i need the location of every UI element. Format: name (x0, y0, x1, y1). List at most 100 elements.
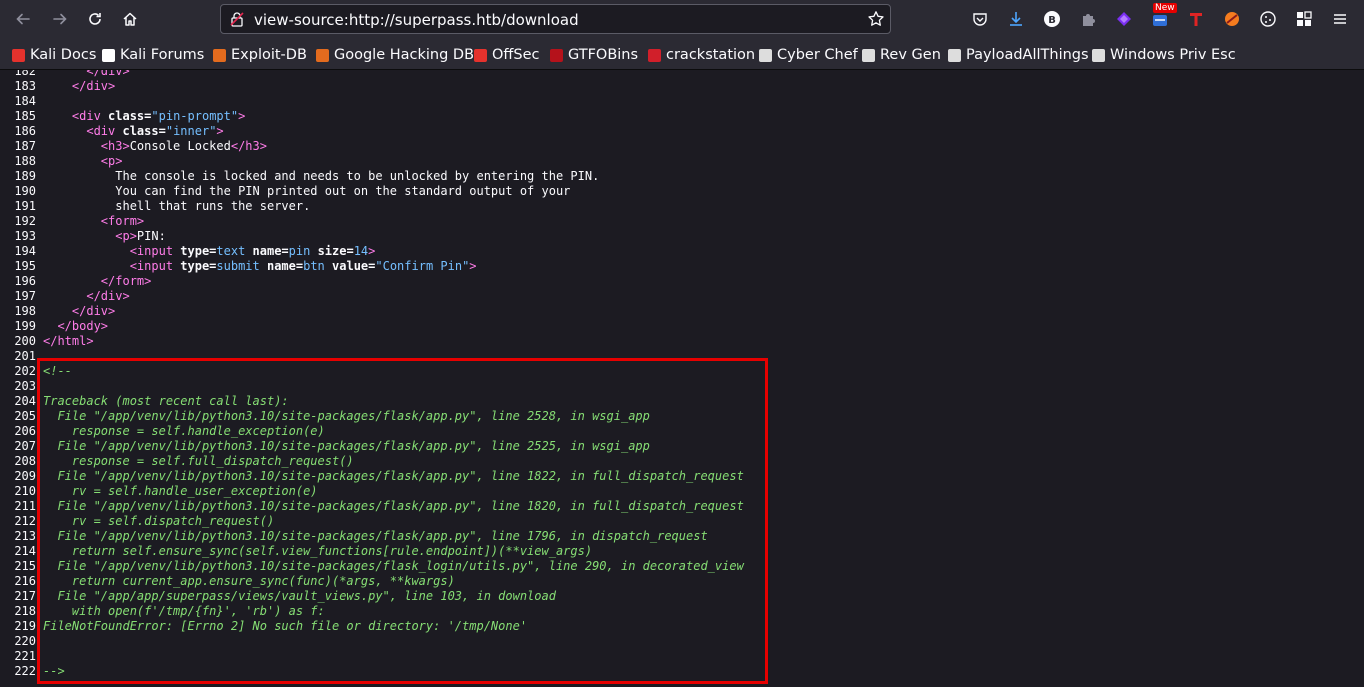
code-token: File "/app/venv/lib/python3.10/site-pack… (43, 529, 708, 543)
line-code: File "/app/app/superpass/views/vault_vie… (43, 589, 556, 603)
source-line: 219 FileNotFoundError: [Errno 2] No such … (0, 619, 1364, 634)
download-icon[interactable] (1006, 9, 1026, 29)
source-line: 194 <input type=text name=pin size=14> (0, 244, 1364, 259)
line-number: 198 (14, 304, 36, 318)
code-token: rv = self.dispatch_request() (43, 514, 275, 528)
code-token: Traceback (most recent call last): (43, 394, 289, 408)
line-code: </div> (43, 304, 115, 318)
skull-icon (862, 48, 875, 62)
bookmark-rev-gen[interactable]: Rev Gen (862, 46, 941, 64)
bookmark-crackstation[interactable]: crackstation (648, 46, 755, 64)
cookie-extension-icon[interactable] (1258, 9, 1278, 29)
bookmark-label: Kali Docs (30, 47, 97, 63)
code-token: </h3> (230, 139, 267, 153)
purple-extension-icon[interactable] (1114, 9, 1134, 29)
back-button[interactable] (10, 6, 36, 32)
source-line: 214 return self.ensure_sync(self.view_fu… (0, 544, 1364, 559)
bookmark-windows-priv-esc[interactable]: Windows Priv Esc (1092, 46, 1236, 64)
source-line: 199 </body> (0, 319, 1364, 334)
svg-text:B: B (1048, 15, 1056, 26)
bookmark-exploit-db[interactable]: Exploit-DB (213, 46, 307, 64)
line-code: </div> (43, 79, 115, 93)
source-line: 212 rv = self.dispatch_request() (0, 514, 1364, 529)
bookmark-label: Google Hacking DB (334, 47, 475, 63)
bookmark-google-hacking-db[interactable]: Google Hacking DB (316, 46, 474, 64)
source-line: 191 shell that runs the server. (0, 199, 1364, 214)
puzzle-extension-icon[interactable] (1078, 9, 1098, 29)
code-token: class= (108, 109, 152, 123)
t-extension-icon[interactable] (1186, 9, 1206, 29)
code-token: value= (332, 259, 376, 273)
source-line: 220 (0, 634, 1364, 649)
line-code: <input type=submit name=btn value="Confi… (43, 259, 477, 273)
bookmark-label: OffSec (492, 47, 540, 63)
line-code: </div> (43, 289, 130, 303)
source-line: 188 <p> (0, 154, 1364, 169)
code-token: response = self.handle_exception(e) (43, 424, 325, 438)
code-token: "Confirm Pin" (375, 259, 470, 273)
line-number: 203 (14, 379, 36, 393)
offsec-icon (474, 48, 487, 62)
code-token: pin (288, 244, 318, 258)
line-number: 189 (14, 169, 36, 183)
reload-button[interactable] (82, 6, 108, 32)
source-line: 197 </div> (0, 289, 1364, 304)
crackstation-icon (648, 48, 661, 62)
bookmark-offsec[interactable]: OffSec (474, 46, 540, 64)
extensions-grid-icon[interactable] (1294, 9, 1314, 29)
line-number: 216 (14, 574, 36, 588)
url-bar[interactable]: view-source:http://superpass.htb/downloa… (220, 4, 891, 34)
menu-hamburger-icon[interactable] (1330, 9, 1350, 29)
bookmark-cyber-chef[interactable]: Cyber Chef (759, 46, 858, 64)
line-code: File "/app/venv/lib/python3.10/site-pack… (43, 469, 743, 483)
code-token: response = self.full_dispatch_request() (43, 454, 354, 468)
pocket-icon[interactable] (970, 9, 990, 29)
code-token: <input (43, 259, 181, 273)
new-extension-icon[interactable]: New (1150, 3, 1177, 29)
browser-toolbar: view-source:http://superpass.htb/downloa… (0, 0, 1364, 39)
code-token: type= (180, 259, 217, 273)
bookmark-payloadallthings[interactable]: PayloadAllThings (948, 46, 1089, 64)
line-number: 186 (14, 124, 36, 138)
bookmark-kali-docs[interactable]: Kali Docs (12, 46, 96, 64)
bookmark-kali-forums[interactable]: Kali Forums (102, 46, 204, 64)
line-number: 217 (14, 589, 36, 603)
line-number: 192 (14, 214, 36, 228)
line-code: return current_app.ensure_sync(func)(*ar… (43, 574, 455, 588)
line-number: 199 (14, 319, 36, 333)
insecure-lock-icon[interactable] (229, 11, 245, 27)
line-code: <div class="inner"> (43, 124, 224, 138)
source-line: 215 File "/app/venv/lib/python3.10/site-… (0, 559, 1364, 574)
line-code: FileNotFoundError: [Errno 2] No such fil… (43, 619, 527, 633)
code-token: "inner" (165, 124, 217, 138)
line-number: 184 (14, 94, 36, 108)
line-number: 190 (14, 184, 36, 198)
code-token: </ (43, 79, 87, 93)
line-code: with open(f'/tmp/{fn}', 'rb') as f: (43, 604, 325, 618)
line-code: Traceback (most recent call last): (43, 394, 289, 408)
source-line: 189 The console is locked and needs to b… (0, 169, 1364, 184)
forward-button[interactable] (47, 6, 73, 32)
code-token: > (108, 79, 116, 93)
code-token: File "/app/app/superpass/views/vault_vie… (43, 589, 556, 603)
source-line: 190 You can find the PIN printed out on … (0, 184, 1364, 199)
code-token: "pin-prompt" (151, 109, 239, 123)
line-number: 206 (14, 424, 36, 438)
code-token: </div> (43, 289, 130, 303)
home-button[interactable] (117, 6, 143, 32)
bookmark-gtfobins[interactable]: GTFOBins (550, 46, 638, 64)
line-number: 200 (14, 334, 36, 348)
bookmark-star-icon[interactable] (867, 10, 885, 28)
line-code: shell that runs the server. (43, 199, 310, 213)
b-extension-icon[interactable]: B (1042, 9, 1062, 29)
line-code: </body> (43, 319, 108, 333)
code-token: File "/app/venv/lib/python3.10/site-pack… (43, 499, 744, 513)
code-token: </html> (43, 334, 94, 348)
code-token: File "/app/venv/lib/python3.10/site-pack… (43, 559, 744, 573)
line-code: File "/app/venv/lib/python3.10/site-pack… (43, 439, 649, 453)
line-number: 212 (14, 514, 36, 528)
url-text[interactable]: view-source:http://superpass.htb/downloa… (254, 11, 579, 29)
code-token: > (216, 124, 224, 138)
code-token: return current_app.ensure_sync(func)(*ar… (43, 574, 455, 588)
foxy-extension-icon[interactable] (1222, 9, 1242, 29)
